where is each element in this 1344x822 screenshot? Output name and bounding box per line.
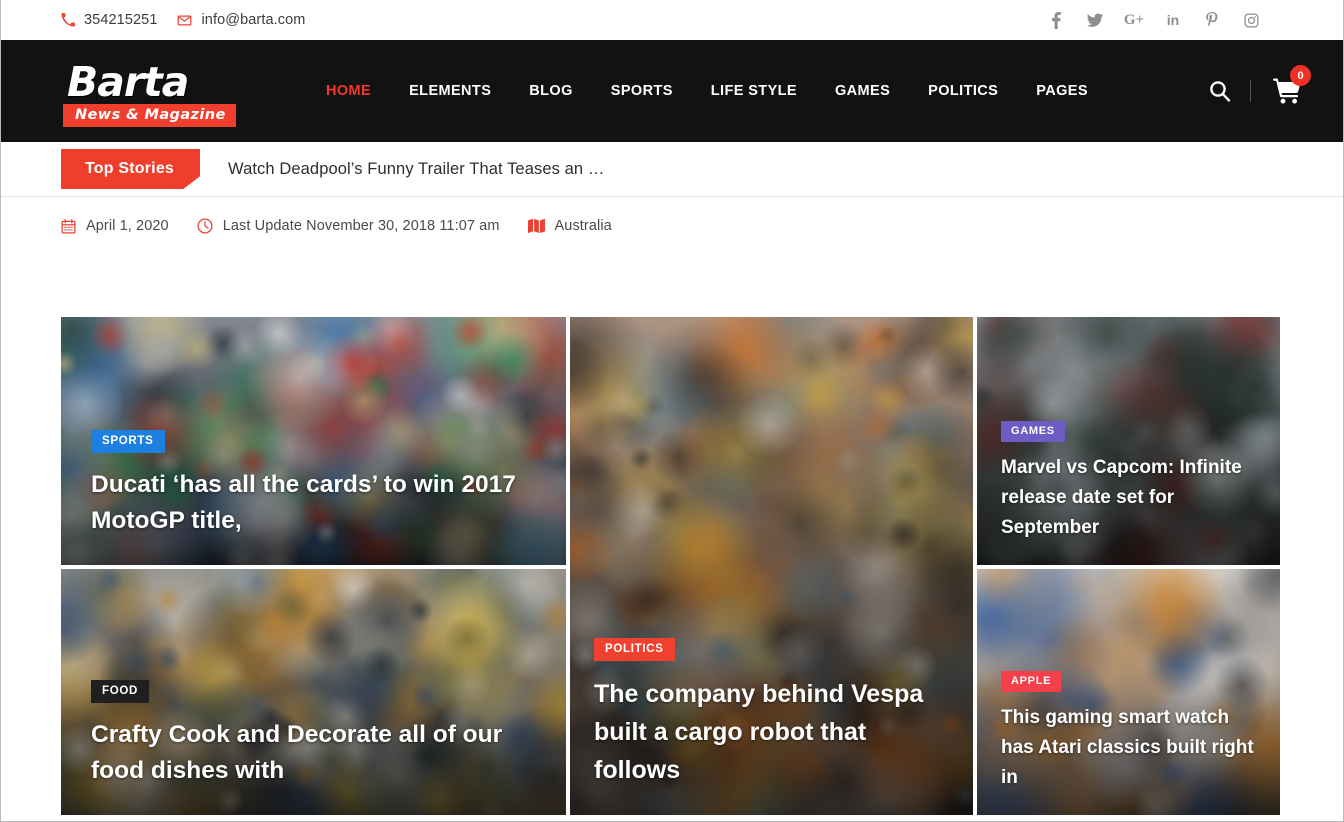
logo-title: Barta	[67, 58, 189, 106]
meta-last-update: Last Update November 30, 2018 11:07 am	[197, 218, 500, 234]
nav-item-sports[interactable]: SPORTS	[592, 73, 692, 109]
nav-item-life-style[interactable]: LIFE STYLE	[692, 73, 816, 109]
linkedin-icon[interactable]: in	[1165, 11, 1181, 29]
cart-icon[interactable]: 0	[1251, 65, 1311, 104]
category-badge-games[interactable]: GAMES	[1001, 421, 1065, 442]
map-icon	[527, 218, 545, 234]
meta-date: April 1, 2020	[61, 218, 169, 234]
card-title: Ducati ‘has all the cards’ to win 2017 M…	[91, 471, 516, 534]
main-header: Barta News & Magazine HOME ELEMENTS BLOG…	[1, 40, 1343, 142]
linkedin-label: in	[1166, 12, 1180, 28]
social-links: G+ in	[1048, 11, 1259, 29]
card-title: Crafty Cook and Decorate all of our food…	[91, 721, 503, 784]
page-root: 354215251 info@barta.com G+ in Barta New…	[0, 0, 1344, 822]
card-title: Marvel vs Capcom: Infinite release date …	[1001, 457, 1242, 538]
email-address: info@barta.com	[201, 12, 306, 28]
nav-item-home[interactable]: HOME	[307, 73, 390, 109]
card-content: GAMES Marvel vs Capcom: Infinite release…	[977, 421, 1280, 565]
meta-location-text: Australia	[554, 218, 612, 234]
meta-location: Australia	[527, 218, 612, 234]
phone-icon	[61, 13, 75, 27]
card-content: APPLE This gaming smart watch has Atari …	[977, 671, 1280, 815]
featured-card-ducati[interactable]: SPORTS Ducati ‘has all the cards’ to win…	[61, 317, 566, 565]
meta-bar: April 1, 2020 Last Update November 30, 2…	[1, 197, 1343, 255]
category-badge-politics[interactable]: POLITICS	[594, 638, 675, 661]
featured-card-atari-watch[interactable]: APPLE This gaming smart watch has Atari …	[977, 569, 1280, 815]
cart-count-badge: 0	[1290, 65, 1311, 86]
instagram-icon[interactable]	[1243, 11, 1259, 29]
google-plus-label: G+	[1123, 11, 1145, 28]
nav-item-elements[interactable]: ELEMENTS	[390, 73, 510, 109]
card-content: POLITICS The company behind Vespa built …	[570, 638, 973, 815]
top-bar-contacts: 354215251 info@barta.com	[61, 12, 305, 28]
nav-item-politics[interactable]: POLITICS	[909, 73, 1017, 109]
calendar-icon	[61, 218, 76, 234]
nav-item-games[interactable]: GAMES	[816, 73, 909, 109]
phone-contact[interactable]: 354215251	[61, 12, 157, 28]
pinterest-icon[interactable]	[1204, 11, 1220, 29]
card-content: FOOD Crafty Cook and Decorate all of our…	[61, 680, 566, 815]
meta-date-text: April 1, 2020	[86, 218, 169, 234]
logo-tagline: News & Magazine	[63, 104, 236, 127]
card-content: SPORTS Ducati ‘has all the cards’ to win…	[61, 430, 566, 565]
featured-card-crafty-cook[interactable]: FOOD Crafty Cook and Decorate all of our…	[61, 569, 566, 815]
meta-last-update-text: Last Update November 30, 2018 11:07 am	[222, 218, 500, 234]
nav-item-pages[interactable]: PAGES	[1017, 73, 1107, 109]
category-badge-apple[interactable]: APPLE	[1001, 671, 1062, 692]
card-title: This gaming smart watch has Atari classi…	[1001, 707, 1254, 788]
category-badge-sports[interactable]: SPORTS	[91, 430, 165, 453]
search-icon[interactable]	[1190, 79, 1250, 103]
envelope-icon	[177, 13, 192, 28]
site-logo[interactable]: Barta News & Magazine	[63, 58, 239, 127]
facebook-icon[interactable]	[1048, 11, 1064, 29]
google-plus-icon[interactable]: G+	[1123, 11, 1145, 29]
featured-card-marvel[interactable]: GAMES Marvel vs Capcom: Infinite release…	[977, 317, 1280, 565]
nav-item-blog[interactable]: BLOG	[510, 73, 592, 109]
card-title: The company behind Vespa built a cargo r…	[594, 680, 924, 784]
clock-icon	[197, 218, 213, 234]
ticker-headline[interactable]: Watch Deadpool’s Funny Trailer That Teas…	[228, 160, 604, 179]
header-actions: 0	[1190, 65, 1311, 104]
top-stories-ticker: Top Stories Watch Deadpool’s Funny Trail…	[1, 142, 1343, 197]
top-stories-badge[interactable]: Top Stories	[61, 149, 201, 189]
featured-grid: SPORTS Ducati ‘has all the cards’ to win…	[1, 317, 1343, 815]
top-bar: 354215251 info@barta.com G+ in	[1, 0, 1343, 40]
email-contact[interactable]: info@barta.com	[177, 12, 305, 28]
category-badge-food[interactable]: FOOD	[91, 680, 150, 703]
twitter-icon[interactable]	[1087, 11, 1103, 29]
main-navigation: HOME ELEMENTS BLOG SPORTS LIFE STYLE GAM…	[307, 73, 1107, 109]
phone-number: 354215251	[84, 12, 158, 28]
featured-card-vespa[interactable]: POLITICS The company behind Vespa built …	[570, 317, 973, 815]
